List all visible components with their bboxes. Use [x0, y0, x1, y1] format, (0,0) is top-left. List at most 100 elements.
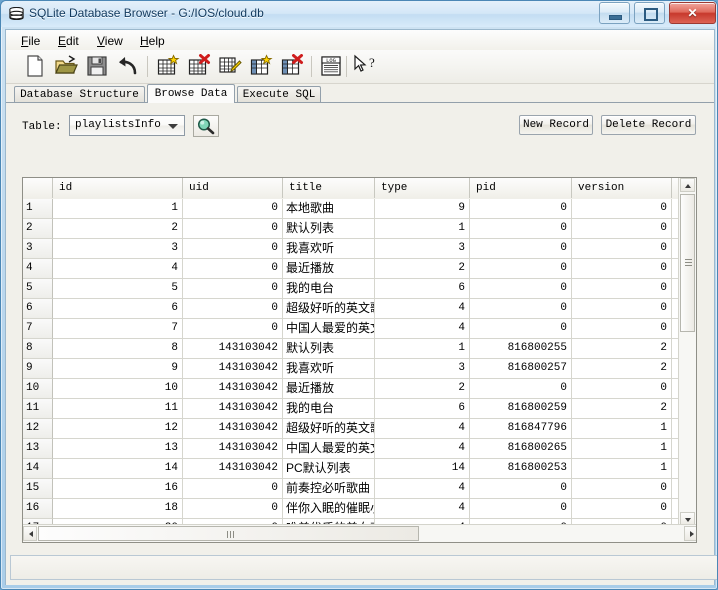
scroll-right-button[interactable]: [684, 526, 696, 541]
column-header-id[interactable]: id: [53, 178, 183, 198]
cell-id[interactable]: 13: [53, 439, 183, 459]
table-row[interactable]: 3 3 0 我喜欢听 3 0 0: [23, 239, 680, 259]
delete-record-button[interactable]: Delete Record: [601, 115, 696, 135]
table-row[interactable]: 7 7 0 中国人最爱的英文 4 0 0: [23, 319, 680, 339]
cell-pid[interactable]: 816847796: [470, 419, 572, 439]
cell-type[interactable]: 4: [375, 419, 470, 439]
table-row[interactable]: 15 16 0 前奏控必听歌曲 4 0 0: [23, 479, 680, 499]
cell-type[interactable]: 4: [375, 499, 470, 519]
table-row[interactable]: 10 10 143103042 最近播放 2 0 0: [23, 379, 680, 399]
row-number[interactable]: 9: [23, 359, 53, 379]
row-number[interactable]: 7: [23, 319, 53, 339]
cell-title[interactable]: 我喜欢听: [283, 239, 375, 259]
cell-uid[interactable]: 143103042: [183, 439, 283, 459]
table-row[interactable]: 14 14 143103042 PC默认列表 14 816800253 1: [23, 459, 680, 479]
row-number[interactable]: 12: [23, 419, 53, 439]
cell-version[interactable]: 2: [572, 339, 672, 359]
table-row[interactable]: 11 11 143103042 我的电台 6 816800259 2: [23, 399, 680, 419]
cell-version[interactable]: 1: [572, 439, 672, 459]
cell-uid[interactable]: 143103042: [183, 359, 283, 379]
save-icon[interactable]: [85, 54, 111, 79]
cell-version[interactable]: 0: [572, 499, 672, 519]
cell-pid[interactable]: 816800265: [470, 439, 572, 459]
row-number[interactable]: 15: [23, 479, 53, 499]
cell-version[interactable]: 0: [572, 379, 672, 399]
cell-uid[interactable]: 143103042: [183, 399, 283, 419]
cell-type[interactable]: 1: [375, 219, 470, 239]
menu-file[interactable]: File: [14, 33, 47, 49]
new-database-icon[interactable]: [23, 54, 49, 79]
cell-type[interactable]: 4: [375, 299, 470, 319]
cell-uid[interactable]: 0: [183, 279, 283, 299]
table-row[interactable]: 1 1 0 本地歌曲 9 0 0: [23, 199, 680, 219]
table-row[interactable]: 8 8 143103042 默认列表 1 816800255 2: [23, 339, 680, 359]
table-row[interactable]: 13 13 143103042 中国人最爱的英文 4 816800265 1: [23, 439, 680, 459]
cell-pid[interactable]: 0: [470, 319, 572, 339]
scroll-up-button[interactable]: [680, 178, 695, 192]
cell-uid[interactable]: 0: [183, 259, 283, 279]
cell-version[interactable]: 2: [572, 399, 672, 419]
new-record-button[interactable]: New Record: [519, 115, 593, 135]
cell-title[interactable]: 默认列表: [283, 339, 375, 359]
cell-title[interactable]: 最近播放: [283, 259, 375, 279]
cell-title[interactable]: 我喜欢听: [283, 359, 375, 379]
cell-pid[interactable]: 816800255: [470, 339, 572, 359]
delete-table-icon[interactable]: [187, 54, 213, 79]
cell-version[interactable]: 1: [572, 459, 672, 479]
cell-pid[interactable]: 0: [470, 239, 572, 259]
cell-uid[interactable]: 0: [183, 319, 283, 339]
cell-id[interactable]: 12: [53, 419, 183, 439]
column-header-title[interactable]: title: [283, 178, 375, 198]
cell-title[interactable]: 前奏控必听歌曲: [283, 479, 375, 499]
cell-pid[interactable]: 0: [470, 499, 572, 519]
cell-pid[interactable]: 0: [470, 219, 572, 239]
cell-title[interactable]: 默认列表: [283, 219, 375, 239]
cell-type[interactable]: 3: [375, 359, 470, 379]
cell-version[interactable]: 1: [572, 419, 672, 439]
cell-version[interactable]: 0: [572, 299, 672, 319]
table-row[interactable]: 5 5 0 我的电台 6 0 0: [23, 279, 680, 299]
delete-index-icon[interactable]: [280, 54, 306, 79]
cell-title[interactable]: 最近播放: [283, 379, 375, 399]
row-number[interactable]: 4: [23, 259, 53, 279]
cell-id[interactable]: 4: [53, 259, 183, 279]
cell-id[interactable]: 3: [53, 239, 183, 259]
row-number[interactable]: 14: [23, 459, 53, 479]
cell-version[interactable]: 0: [572, 219, 672, 239]
cell-type[interactable]: 14: [375, 459, 470, 479]
cell-type[interactable]: 3: [375, 239, 470, 259]
cell-id[interactable]: 16: [53, 479, 183, 499]
open-database-icon[interactable]: [54, 54, 80, 79]
close-button[interactable]: ✕: [669, 2, 716, 24]
menu-edit[interactable]: Edit: [51, 33, 86, 49]
menu-view[interactable]: View: [90, 33, 130, 49]
row-number[interactable]: 3: [23, 239, 53, 259]
cell-id[interactable]: 11: [53, 399, 183, 419]
column-header-pid[interactable]: pid: [470, 178, 572, 198]
cell-version[interactable]: 0: [572, 479, 672, 499]
row-number[interactable]: 1: [23, 199, 53, 219]
tab-database-structure[interactable]: Database Structure: [14, 86, 145, 103]
grid-horizontal-scrollbar[interactable]: [23, 524, 696, 542]
cell-uid[interactable]: 143103042: [183, 339, 283, 359]
cell-uid[interactable]: 143103042: [183, 419, 283, 439]
horizontal-scroll-thumb[interactable]: [38, 526, 419, 541]
revert-changes-icon[interactable]: [116, 54, 142, 79]
cell-title[interactable]: PC默认列表: [283, 459, 375, 479]
cell-type[interactable]: 4: [375, 479, 470, 499]
cell-uid[interactable]: 143103042: [183, 379, 283, 399]
cell-id[interactable]: 2: [53, 219, 183, 239]
cell-uid[interactable]: 0: [183, 199, 283, 219]
cell-uid[interactable]: 143103042: [183, 459, 283, 479]
cell-id[interactable]: 10: [53, 379, 183, 399]
cell-version[interactable]: 0: [572, 319, 672, 339]
menu-help[interactable]: Help: [133, 33, 172, 49]
minimize-button[interactable]: [598, 2, 630, 24]
cell-version[interactable]: 0: [572, 199, 672, 219]
modify-table-icon[interactable]: [218, 54, 244, 79]
cell-version[interactable]: 2: [572, 359, 672, 379]
cell-type[interactable]: 2: [375, 379, 470, 399]
cell-pid[interactable]: 0: [470, 299, 572, 319]
cell-pid[interactable]: 0: [470, 279, 572, 299]
row-number[interactable]: 13: [23, 439, 53, 459]
